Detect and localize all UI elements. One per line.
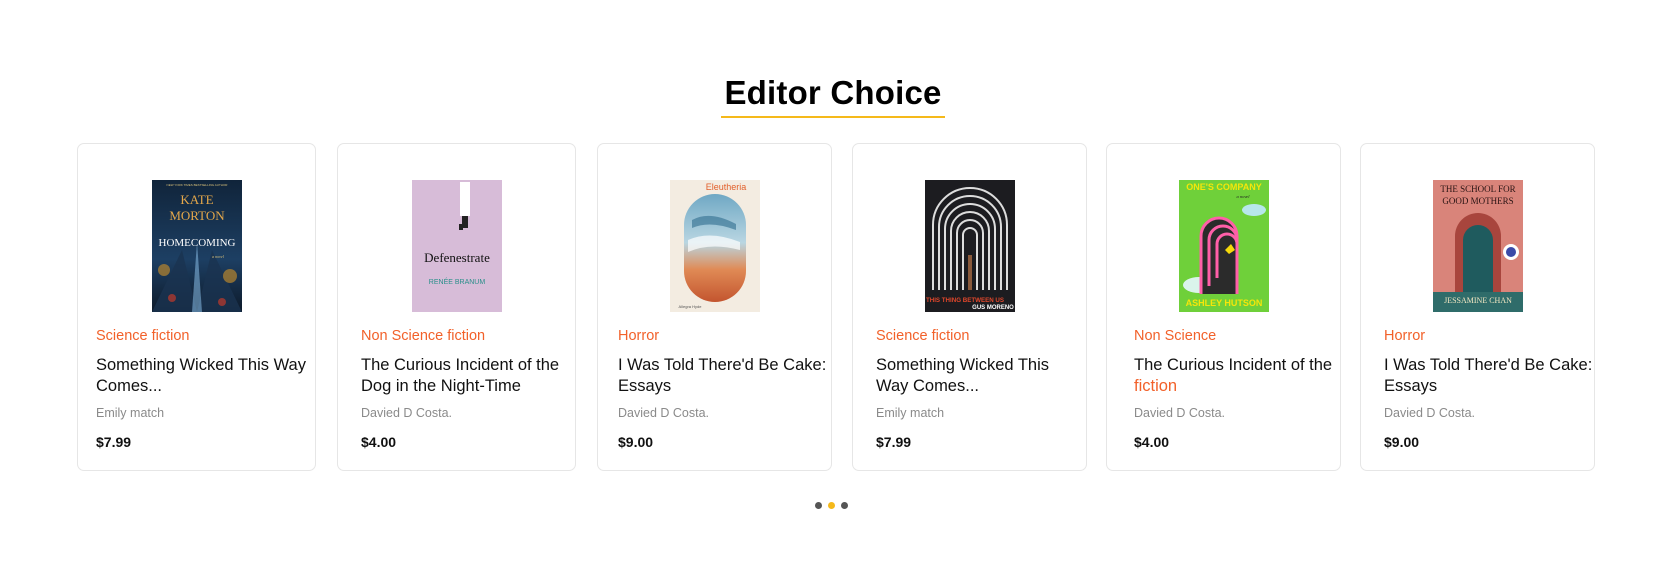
cover-text: Allegra Hyde xyxy=(678,304,702,309)
pagination-dot[interactable] xyxy=(841,502,848,509)
book-price: $9.00 xyxy=(618,434,654,450)
book-cover-image[interactable]: THE SCHOOL FOR GOOD MOTHERS JESSAMINE CH… xyxy=(1432,180,1523,312)
book-card[interactable]: ONE'S COMPANY a novel ASHLEY HUTSON Non … xyxy=(1106,143,1341,471)
cover-text: MORTON xyxy=(169,208,225,223)
book-card[interactable]: THE SCHOOL FOR GOOD MOTHERS JESSAMINE CH… xyxy=(1360,143,1595,471)
book-cover-image[interactable]: THIS THING BETWEEN US GUS MORENO xyxy=(924,180,1015,312)
book-category: Horror xyxy=(618,328,660,344)
pagination-dot-active[interactable] xyxy=(828,502,835,509)
cover-text: ASHLEY HUTSON xyxy=(1185,298,1262,308)
pagination-dot[interactable] xyxy=(815,502,822,509)
book-title-line: Essays xyxy=(1384,377,1438,395)
carousel-pagination xyxy=(815,502,848,509)
book-title-line: fiction xyxy=(1134,377,1178,395)
book-title[interactable]: I Was Told There'd Be Cake: Essays xyxy=(618,355,826,397)
book-title[interactable]: Something Wicked This Way Comes... xyxy=(876,355,1049,397)
book-category: Science fiction xyxy=(876,328,970,344)
book-cover-image[interactable]: ONE'S COMPANY a novel ASHLEY HUTSON xyxy=(1178,180,1269,312)
cover-text: GUS MORENO xyxy=(972,305,1014,311)
cover-text: RENÉE BRANUM xyxy=(428,277,485,286)
cover-text: KATE xyxy=(180,192,213,207)
cover-text: THE SCHOOL FOR xyxy=(1440,184,1515,194)
book-card[interactable]: Defenestrate RENÉE BRANUM Non Science fi… xyxy=(337,143,576,471)
book-cover-wrap: Eleutheria Allegra Hyde xyxy=(598,180,831,312)
book-title-line: Essays xyxy=(618,377,672,395)
book-author: Emily match xyxy=(96,406,165,420)
book-title-line: I Was Told There'd Be Cake: xyxy=(618,356,827,374)
book-author: Davied D Costa. xyxy=(361,406,453,420)
cover-text: a novel xyxy=(212,254,225,259)
book-title-line: Something Wicked This xyxy=(876,356,1050,374)
book-cover-wrap: NEW YORK TIMES BESTSELLING AUTHOR KATE M… xyxy=(78,180,315,312)
book-title-line: Dog in the Night-Time xyxy=(361,377,521,395)
book-cover-wrap: Defenestrate RENÉE BRANUM xyxy=(338,180,575,312)
book-cover-wrap: THIS THING BETWEEN US GUS MORENO xyxy=(853,180,1086,312)
section-title: Editor Choice xyxy=(721,74,945,118)
book-cover-image[interactable]: NEW YORK TIMES BESTSELLING AUTHOR KATE M… xyxy=(151,180,242,312)
book-title-line: Something Wicked This Way xyxy=(96,356,306,374)
book-price: $9.00 xyxy=(1384,434,1420,450)
book-card[interactable]: NEW YORK TIMES BESTSELLING AUTHOR KATE M… xyxy=(77,143,316,471)
cover-text: THIS THING BETWEEN US xyxy=(925,297,1003,304)
book-price: $4.00 xyxy=(361,434,397,450)
book-card[interactable]: Eleutheria Allegra Hyde Horror I Was Tol… xyxy=(597,143,832,471)
book-cover-image[interactable]: Eleutheria Allegra Hyde xyxy=(669,180,760,312)
cover-text: a novel xyxy=(1236,194,1250,199)
book-author: Davied D Costa. xyxy=(618,406,710,420)
book-category: Science fiction xyxy=(96,328,190,344)
book-author: Davied D Costa. xyxy=(1384,406,1476,420)
book-author: Davied D Costa. xyxy=(1134,406,1226,420)
book-title-line: The Curious Incident of the xyxy=(361,356,560,374)
book-price: $4.00 xyxy=(1134,434,1170,450)
cover-text: Eleutheria xyxy=(705,182,746,192)
book-category: Horror xyxy=(1384,328,1426,344)
cover-text: HOMECOMING xyxy=(158,237,235,249)
book-category: Non Science xyxy=(1134,328,1217,344)
book-cover-wrap: ONE'S COMPANY a novel ASHLEY HUTSON xyxy=(1107,180,1340,312)
cover-text: NEW YORK TIMES BESTSELLING AUTHOR xyxy=(166,183,228,187)
book-cover-image[interactable]: Defenestrate RENÉE BRANUM xyxy=(411,180,502,312)
book-title-line: I Was Told There'd Be Cake: xyxy=(1384,356,1593,374)
book-title-line: Comes... xyxy=(96,377,163,395)
book-price: $7.99 xyxy=(876,434,912,450)
cover-text: JESSAMINE CHAN xyxy=(1444,296,1512,305)
cover-text: GOOD MOTHERS xyxy=(1442,196,1513,206)
book-cover-wrap: THE SCHOOL FOR GOOD MOTHERS JESSAMINE CH… xyxy=(1361,180,1594,312)
book-title[interactable]: Something Wicked This Way Comes... xyxy=(96,355,306,397)
book-price: $7.99 xyxy=(96,434,132,450)
book-title-line: Way Comes... xyxy=(876,377,979,395)
book-title-line: The Curious Incident of the xyxy=(1134,356,1333,374)
cover-text: Defenestrate xyxy=(424,250,490,265)
cover-text: ONE'S COMPANY xyxy=(1186,182,1261,192)
book-title[interactable]: I Was Told There'd Be Cake: Essays xyxy=(1384,355,1592,397)
book-category: Non Science fiction xyxy=(361,328,486,344)
section-heading-wrap: Editor Choice xyxy=(0,74,1666,118)
book-title[interactable]: The Curious Incident of the fiction xyxy=(1134,355,1332,397)
book-card[interactable]: THIS THING BETWEEN US GUS MORENO Science… xyxy=(852,143,1087,471)
book-title[interactable]: The Curious Incident of the Dog in the N… xyxy=(361,355,559,397)
book-author: Emily match xyxy=(876,406,945,420)
